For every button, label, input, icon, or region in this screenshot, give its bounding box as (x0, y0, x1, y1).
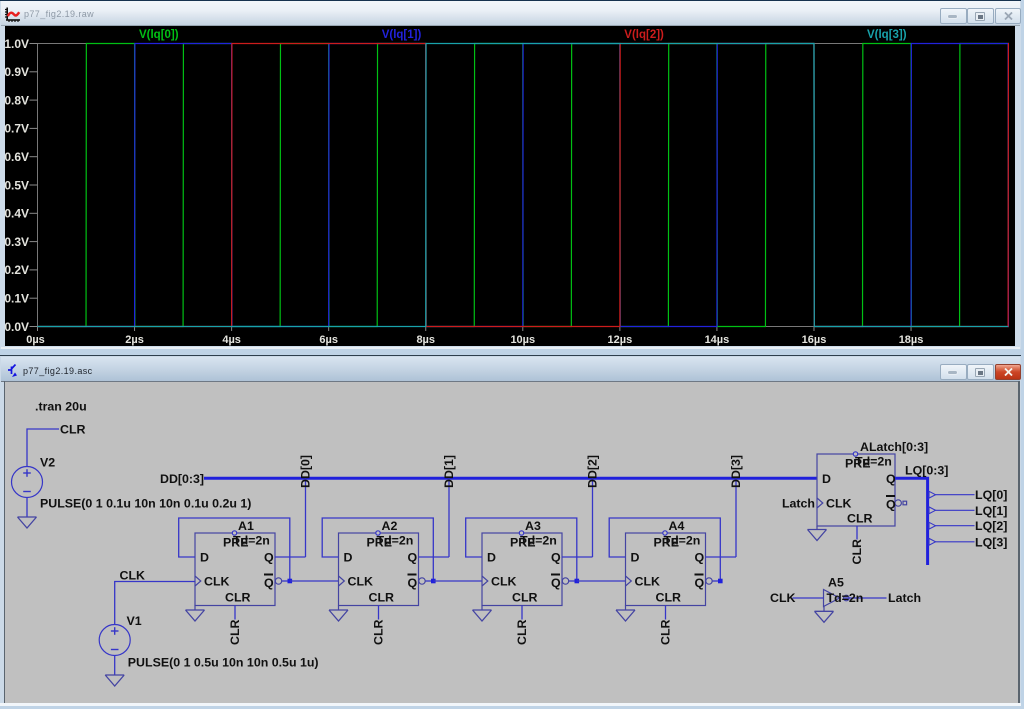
svg-text:Latch: Latch (888, 591, 921, 605)
svg-text:DD[0:3]: DD[0:3] (160, 472, 204, 486)
svg-text:Q: Q (886, 472, 896, 486)
svg-text:CLR: CLR (656, 591, 682, 605)
svg-text:CLK: CLK (204, 575, 230, 589)
svg-text:A5: A5 (828, 576, 844, 590)
svg-text:Q: Q (264, 576, 274, 590)
svg-text:D: D (487, 551, 496, 565)
svg-text:DD[0]: DD[0] (299, 455, 313, 488)
svg-text:A4: A4 (669, 519, 685, 533)
svg-text:LQ[0:3]: LQ[0:3] (905, 464, 948, 478)
svg-text:Latch: Latch (782, 496, 815, 510)
svg-text:LQ[0]: LQ[0] (975, 488, 1007, 502)
svg-text:PULSE(0 1 0.5u 10n 10n 0.5u 1u: PULSE(0 1 0.5u 10n 10n 0.5u 1u) (128, 656, 319, 670)
svg-text:CLR: CLR (372, 619, 386, 645)
svg-text:Q: Q (551, 576, 561, 590)
svg-text:DD[3]: DD[3] (729, 455, 743, 488)
svg-text:Q: Q (408, 551, 418, 565)
svg-text:Td=2n: Td=2n (377, 534, 414, 548)
svg-text:Q: Q (408, 576, 418, 590)
svg-text:Td=2n: Td=2n (855, 455, 892, 469)
svg-text:CLR: CLR (225, 591, 251, 605)
svg-text:ALatch[0:3]: ALatch[0:3] (860, 440, 928, 454)
svg-text:CLK: CLK (491, 575, 517, 589)
svg-text:CLR: CLR (659, 619, 673, 645)
svg-text:Td=2n: Td=2n (233, 534, 270, 548)
svg-text:Q: Q (264, 551, 274, 565)
svg-text:V1: V1 (127, 614, 142, 628)
svg-text:A2: A2 (382, 519, 398, 533)
svg-text:CLK: CLK (826, 496, 852, 510)
svg-text:PULSE(0 1 0.1u 10n 10n 0.1u 0.: PULSE(0 1 0.1u 10n 10n 0.1u 0.2u 1) (40, 497, 251, 511)
svg-text:D: D (631, 551, 640, 565)
svg-text:CLR: CLR (850, 539, 864, 565)
svg-text:Q: Q (695, 551, 705, 565)
svg-text:D: D (344, 551, 353, 565)
svg-text:D: D (200, 551, 209, 565)
svg-text:CLR: CLR (847, 512, 873, 526)
svg-text:CLR: CLR (515, 619, 529, 645)
svg-text:CLK: CLK (348, 575, 374, 589)
svg-text:LQ[1]: LQ[1] (975, 504, 1007, 518)
svg-text:CLR: CLR (369, 591, 395, 605)
svg-text:LQ[2]: LQ[2] (975, 519, 1007, 533)
svg-text:.tran 20u: .tran 20u (35, 400, 87, 414)
svg-text:CLR: CLR (60, 423, 86, 437)
svg-text:D: D (822, 472, 831, 486)
svg-text:LQ[3]: LQ[3] (975, 535, 1007, 549)
svg-text:A3: A3 (525, 519, 541, 533)
svg-text:CLK: CLK (635, 575, 661, 589)
svg-text:A1: A1 (238, 519, 254, 533)
svg-text:Q: Q (695, 576, 705, 590)
svg-text:Q: Q (886, 498, 896, 512)
svg-text:CLR: CLR (512, 591, 538, 605)
svg-text:DD[2]: DD[2] (586, 455, 600, 488)
svg-text:CLK: CLK (120, 569, 146, 583)
svg-text:Q: Q (551, 551, 561, 565)
svg-text:CLK: CLK (770, 591, 796, 605)
svg-text:V2: V2 (40, 456, 55, 470)
svg-text:Td=2n: Td=2n (664, 534, 701, 548)
svg-text:Td=2n: Td=2n (520, 534, 557, 548)
svg-text:CLR: CLR (228, 619, 242, 645)
svg-text:Td=2n: Td=2n (827, 591, 864, 605)
svg-text:DD[1]: DD[1] (442, 455, 456, 488)
